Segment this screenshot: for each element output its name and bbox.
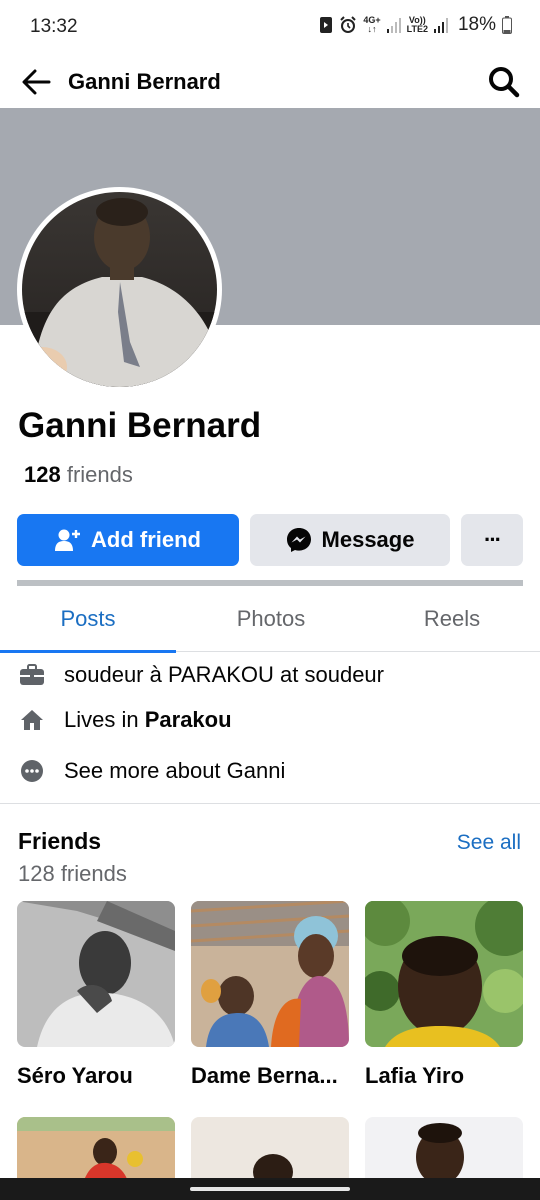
see-all-friends-link[interactable]: See all [457, 831, 521, 855]
section-divider [17, 580, 523, 586]
intro-work: soudeur à PARAKOU at soudeur [18, 658, 384, 692]
friend-card[interactable]: Dame Berna... [191, 901, 349, 1089]
arrow-left-icon [22, 69, 51, 95]
battery-icon [502, 16, 512, 34]
friend-name: Dame Berna... [191, 1063, 338, 1088]
tab-photos[interactable]: Photos [181, 590, 361, 652]
message-label: Message [321, 527, 415, 552]
app-notification-icon [320, 17, 333, 33]
section-separator [0, 803, 540, 804]
friend-card[interactable] [365, 1117, 523, 1187]
add-friend-icon [55, 529, 80, 551]
friend-card[interactable] [191, 1117, 349, 1187]
work-text: soudeur à PARAKOU at soudeur [64, 662, 384, 687]
add-friend-button[interactable]: Add friend [17, 514, 239, 566]
messenger-icon [286, 528, 311, 552]
more-options-button[interactable]: ··· [461, 514, 523, 566]
friends-section-title: Friends [18, 828, 102, 854]
top-nav: Ganni Bernard [0, 56, 540, 108]
friend-name: Séro Yarou [17, 1063, 133, 1088]
see-more-about[interactable]: See more about Ganni [18, 754, 285, 788]
network-type-label: 4G+ ↓↑ [363, 15, 381, 34]
page-title: Ganni Bernard [68, 69, 221, 94]
gesture-bar [0, 1178, 540, 1200]
friend-photo [365, 901, 523, 1047]
see-more-label: See more about Ganni [64, 758, 286, 783]
friend-card[interactable] [17, 1117, 175, 1187]
more-horizontal-icon [18, 757, 46, 785]
signal-icon [386, 18, 401, 33]
profile-tabs: Posts Photos Reels [0, 590, 540, 653]
status-icons: 4G+ ↓↑ Vo)) LTE2 18% [319, 14, 512, 36]
back-button[interactable] [16, 62, 56, 102]
friend-photo [365, 1117, 523, 1187]
battery-percent: 18% [457, 14, 496, 35]
profile-avatar[interactable] [17, 187, 222, 392]
search-icon [489, 67, 520, 98]
friends-section-count: 128 friends [18, 861, 127, 886]
friends-count[interactable]: 128 friends [24, 462, 133, 488]
friend-name: Lafia Yiro [365, 1063, 465, 1088]
friend-card[interactable]: Séro Yarou [17, 901, 175, 1089]
friend-card[interactable]: Lafia Yiro [365, 901, 523, 1089]
status-bar: 13:32 4G+ ↓↑ Vo)) LTE2 18% [0, 0, 540, 56]
friend-photo [191, 1117, 349, 1187]
more-dots-icon: ··· [484, 527, 502, 552]
friend-photo [17, 1117, 175, 1187]
message-button[interactable]: Message [250, 514, 450, 566]
lives-city[interactable]: Parakou [145, 707, 232, 733]
search-button[interactable] [482, 60, 526, 104]
volte-label: Vo)) LTE2 [406, 15, 428, 34]
friends-word: friends [66, 462, 133, 487]
status-time: 13:32 [30, 16, 78, 37]
friend-photo [17, 901, 175, 1047]
avatar-photo [22, 192, 217, 387]
alarm-icon [340, 16, 357, 33]
friends-number: 128 [24, 462, 61, 487]
profile-name: Ganni Bernard [18, 406, 262, 445]
tab-reels[interactable]: Reels [364, 590, 540, 652]
profile-actions: Add friend Message ··· [17, 514, 523, 566]
home-icon [18, 706, 46, 734]
tab-posts[interactable]: Posts [0, 590, 176, 653]
friend-photo [191, 901, 349, 1047]
lives-prefix: Lives in [64, 707, 145, 732]
add-friend-label: Add friend [91, 527, 201, 552]
intro-lives: Lives in Parakou [18, 703, 232, 737]
home-indicator[interactable] [190, 1187, 350, 1191]
signal-2-icon [433, 18, 448, 33]
briefcase-icon [18, 661, 46, 689]
